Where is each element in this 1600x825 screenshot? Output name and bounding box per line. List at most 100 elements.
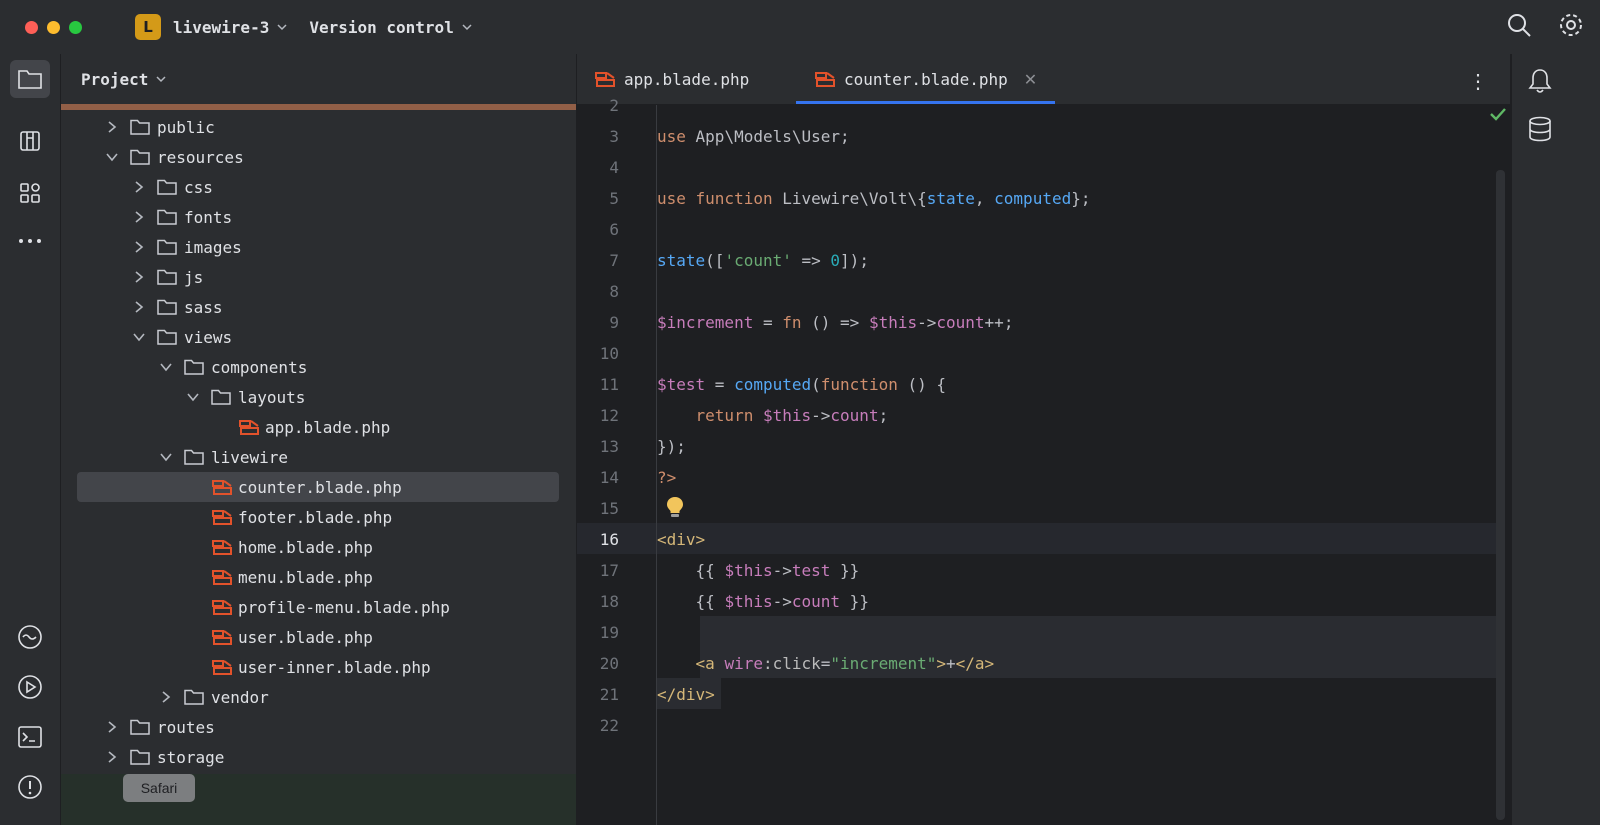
lightbulb-icon[interactable]	[666, 496, 684, 518]
tree-folder[interactable]: images	[132, 232, 242, 262]
tree-folder[interactable]: resources	[105, 142, 244, 172]
blade-file-icon	[212, 660, 232, 675]
code-line[interactable]: 18 {{ $this->count }}	[577, 586, 1496, 617]
tree-folder[interactable]: vendor	[159, 682, 269, 712]
chevron-down-icon[interactable]	[159, 450, 173, 464]
tree-folder[interactable]: livewire	[159, 442, 288, 472]
code-line[interactable]: 11 $test = computed(function () {	[577, 369, 1496, 400]
code-line[interactable]: 13});	[577, 431, 1496, 462]
chevron-down-icon[interactable]	[105, 150, 119, 164]
tree-folder[interactable]: fonts	[132, 202, 232, 232]
tree-folder[interactable]: public	[105, 112, 215, 142]
tree-file[interactable]: user-inner.blade.php	[211, 652, 431, 682]
project-badge[interactable]: L	[135, 14, 161, 40]
tree-folder[interactable]: js	[132, 262, 203, 292]
line-number: 7	[609, 251, 619, 270]
tree-file[interactable]: app.blade.php	[238, 412, 390, 442]
chevron-right-icon[interactable]	[132, 300, 146, 314]
services-tool-button[interactable]	[10, 618, 50, 656]
chevron-right-icon[interactable]	[132, 180, 146, 194]
code-line[interactable]: 7 state(['count' => 0]);	[577, 245, 1496, 276]
tree-folder[interactable]: layouts	[186, 382, 305, 412]
tree-file[interactable]: footer.blade.php	[211, 502, 392, 532]
run-icon	[18, 675, 42, 699]
vcs-widget[interactable]: Version control	[309, 18, 472, 37]
blade-file-icon	[595, 72, 615, 87]
line-number: 20	[599, 654, 619, 673]
code-text: <a wire:click="increment">+</a>	[695, 654, 995, 673]
tree-folder[interactable]: sass	[132, 292, 223, 322]
folder-icon	[18, 70, 42, 89]
project-panel-header[interactable]: Project	[61, 54, 576, 104]
code-line[interactable]: 19	[577, 617, 1496, 648]
code-line[interactable]: 14 ?>	[577, 462, 1496, 493]
database-icon[interactable]	[1528, 116, 1552, 142]
code-line[interactable]: 20 <a wire:click="increment">+</a>	[577, 648, 1496, 679]
code-line[interactable]: 9 $increment = fn () => $this->count++;	[577, 307, 1496, 338]
tree-file[interactable]: counter.blade.php	[211, 472, 402, 502]
tree-file[interactable]: menu.blade.php	[211, 562, 373, 592]
structure-tool-button[interactable]	[10, 122, 50, 160]
chevron-right-icon[interactable]	[105, 750, 119, 764]
code-editor[interactable]: 2 3 use App\Models\User; 4 5 use function Liv…	[577, 96, 1510, 825]
code-line[interactable]: 16 <div>	[577, 524, 1496, 555]
code-line[interactable]: 12 return $this->count;	[577, 400, 1496, 431]
terminal-tool-button[interactable]	[10, 718, 50, 756]
tree-folder[interactable]: css	[132, 172, 213, 202]
run-tool-button[interactable]	[10, 668, 50, 706]
bell-icon[interactable]	[1528, 68, 1552, 94]
tree-file[interactable]: profile-menu.blade.php	[211, 592, 450, 622]
code-line[interactable]: 2	[577, 90, 1496, 121]
code-line[interactable]: 10	[577, 338, 1496, 369]
plugins-tool-button[interactable]	[10, 174, 50, 212]
code-text: $increment = fn () => $this->count++;	[657, 313, 1014, 332]
chevron-right-icon[interactable]	[132, 270, 146, 284]
project-tool-button[interactable]	[10, 60, 50, 98]
folder-icon	[130, 149, 150, 165]
chevron-down-icon[interactable]	[159, 360, 173, 374]
project-switcher[interactable]: livewire-3	[173, 18, 287, 37]
tree-folder[interactable]: routes	[105, 712, 215, 742]
chevron-right-icon[interactable]	[159, 690, 173, 704]
chevron-right-icon[interactable]	[132, 210, 146, 224]
problems-tool-button[interactable]	[10, 768, 50, 806]
tree-folder[interactable]: views	[132, 322, 232, 352]
vertical-scrollbar[interactable]	[1496, 170, 1505, 820]
code-line[interactable]: 6	[577, 214, 1496, 245]
code-line[interactable]: 3 use App\Models\User;	[577, 121, 1496, 152]
vcs-label: Version control	[309, 17, 454, 37]
code-line[interactable]: 21 </div>	[577, 679, 1496, 710]
code-line[interactable]: 5 use function Livewire\Volt\{state, comp…	[577, 183, 1496, 214]
tree-file[interactable]: home.blade.php	[211, 532, 373, 562]
code-line[interactable]: 15	[577, 493, 1496, 524]
chevron-right-icon[interactable]	[105, 120, 119, 134]
code-line[interactable]: 17 {{ $this->test }}	[577, 555, 1496, 586]
line-number: 17	[599, 561, 619, 580]
tree-folder[interactable]: components	[159, 352, 307, 382]
close-window-button[interactable]	[25, 20, 38, 34]
tree-item-label: counter.blade.php	[238, 477, 402, 497]
zoom-window-button[interactable]	[69, 20, 82, 34]
project-name: livewire-3	[173, 17, 270, 37]
folder-icon	[157, 269, 177, 285]
code-line[interactable]: 4	[577, 152, 1496, 183]
code-text: state(['count' => 0]);	[657, 251, 869, 270]
minimize-window-button[interactable]	[47, 20, 60, 34]
code-line[interactable]: 8	[577, 276, 1496, 307]
search-icon[interactable]	[1506, 12, 1532, 38]
tree-folder[interactable]: storage	[105, 742, 224, 772]
tree-file[interactable]: user.blade.php	[211, 622, 373, 652]
gear-icon[interactable]	[1558, 12, 1584, 38]
code-line[interactable]: 22	[577, 710, 1496, 741]
tree-item-label: views	[184, 327, 233, 347]
problems-icon	[18, 775, 42, 799]
chevron-right-icon[interactable]	[132, 240, 146, 254]
close-icon[interactable]: ✕	[1024, 70, 1037, 89]
chevron-down-icon[interactable]	[132, 330, 146, 344]
horizontal-scrollbar[interactable]	[61, 104, 576, 110]
folder-icon	[157, 239, 177, 255]
more-tools-button[interactable]	[10, 222, 50, 260]
chevron-down-icon[interactable]	[186, 390, 200, 404]
left-tool-window-bar	[0, 54, 61, 825]
chevron-right-icon[interactable]	[105, 720, 119, 734]
